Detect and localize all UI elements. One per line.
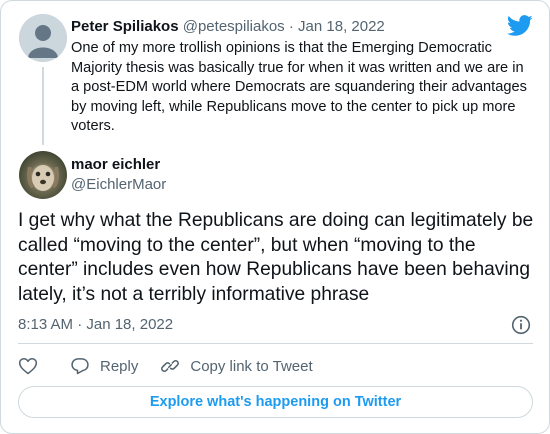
parent-date[interactable]: Jan 18, 2022 — [298, 18, 385, 35]
parent-avatar[interactable] — [19, 14, 67, 62]
header-separator: · — [288, 18, 294, 35]
copy-link-label: Copy link to Tweet — [190, 357, 313, 375]
thread-connector — [42, 67, 44, 145]
like-button[interactable] — [18, 356, 38, 376]
dog-avatar-icon — [27, 165, 59, 191]
tweet-timestamp[interactable]: 8:13 AM · Jan 18, 2022 — [18, 316, 173, 334]
parent-author-handle[interactable]: @petespiliakos — [183, 18, 285, 35]
author-avatar[interactable] — [19, 151, 67, 199]
author-name[interactable]: maor eichler — [71, 156, 160, 174]
info-icon[interactable] — [511, 315, 531, 335]
link-icon — [161, 359, 180, 373]
copy-link-button[interactable]: Copy link to Tweet — [160, 356, 313, 376]
explore-twitter-button[interactable]: Explore what's happening on Twitter — [18, 386, 533, 418]
reply-label: Reply — [100, 357, 139, 375]
tweet-actions: Reply Copy link to Tweet — [18, 355, 313, 377]
reply-button[interactable]: Reply — [70, 356, 138, 376]
divider — [18, 343, 533, 344]
parent-header: Peter Spiliakos @petespiliakos · Jan 18,… — [71, 18, 385, 36]
parent-tweet[interactable]: Peter Spiliakos @petespiliakos · Jan 18,… — [1, 1, 550, 149]
tweet-text: I get why what the Republicans are doing… — [18, 210, 534, 305]
author-handle[interactable]: @EichlerMaor — [71, 176, 166, 194]
parent-tweet-text: One of my more trollish opinions is that… — [71, 40, 527, 135]
reply-icon — [71, 358, 89, 375]
twitter-bird-icon[interactable] — [507, 15, 533, 37]
heart-icon — [18, 358, 38, 375]
default-avatar-icon — [19, 14, 67, 62]
parent-author-name[interactable]: Peter Spiliakos — [71, 18, 179, 35]
tweet-card: Peter Spiliakos @petespiliakos · Jan 18,… — [0, 0, 550, 434]
